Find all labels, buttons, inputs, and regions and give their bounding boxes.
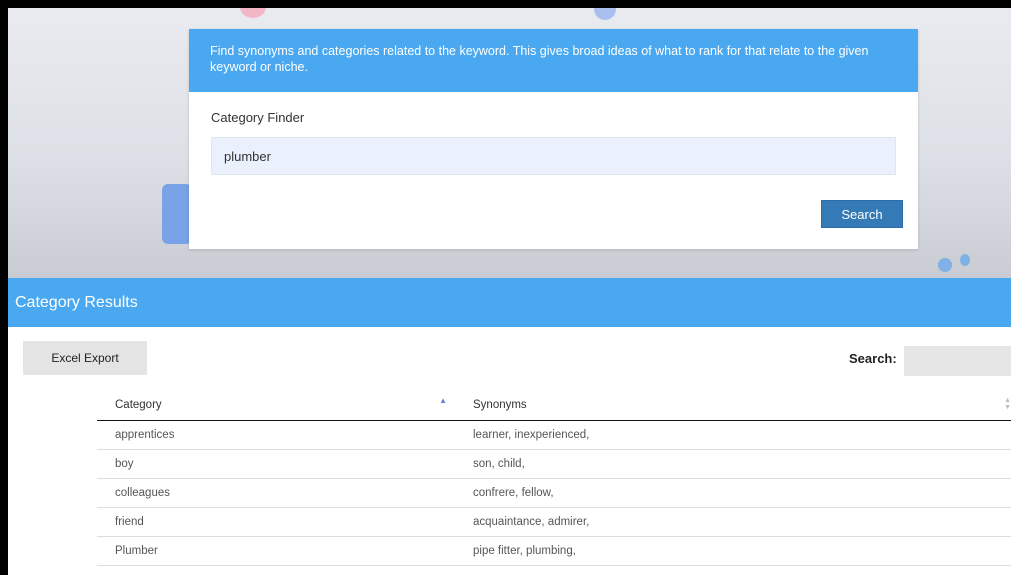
table-row: apprentices learner, inexperienced, (97, 420, 1011, 450)
finder-description: Find synonyms and categories related to … (189, 29, 918, 92)
hero-section: Find synonyms and categories related to … (8, 8, 1011, 278)
decorative-shape (162, 184, 192, 244)
category-cell: apprentices (97, 420, 455, 450)
category-cell: Plumber (97, 536, 455, 566)
table-search-input[interactable] (904, 346, 1011, 376)
table-row: Plumber pipe fitter, plumbing, (97, 536, 1011, 566)
results-area: Excel Export Search: Category ▲ Synonyms… (8, 327, 1011, 575)
table-row: friend acquaintance, admirer, (97, 507, 1011, 537)
category-finder-label: Category Finder (211, 110, 305, 125)
synonyms-cell: acquaintance, admirer, (455, 507, 1011, 537)
decorative-shape (240, 8, 266, 18)
table-search-label: Search: (849, 351, 897, 366)
category-cell: colleagues (97, 478, 455, 508)
sort-both-icon: ▲ ▼ (1004, 397, 1011, 411)
decorative-shape (594, 8, 616, 20)
category-cell: boy (97, 449, 455, 479)
table-header-row: Category ▲ Synonyms ▲ ▼ (97, 390, 1011, 421)
synonyms-cell: pipe fitter, plumbing, (455, 536, 1011, 566)
synonyms-cell: confrere, fellow, (455, 478, 1011, 508)
column-header-category-label: Category (115, 399, 162, 411)
column-header-synonyms-label: Synonyms (473, 399, 527, 411)
table-row: colleagues confrere, fellow, (97, 478, 1011, 508)
category-cell: friend (97, 507, 455, 537)
column-header-synonyms[interactable]: Synonyms ▲ ▼ (455, 390, 1011, 421)
synonyms-cell: son, child, (455, 449, 1011, 479)
column-header-category[interactable]: Category ▲ (97, 390, 455, 421)
decorative-shape (960, 254, 970, 266)
finder-body: Category Finder (189, 92, 918, 175)
synonyms-cell: learner, inexperienced, (455, 420, 1011, 450)
sort-ascending-icon: ▲ (439, 396, 447, 405)
search-button[interactable]: Search (821, 200, 903, 228)
keyword-input[interactable] (211, 137, 896, 175)
table-row: boy son, child, (97, 449, 1011, 479)
app-frame: Find synonyms and categories related to … (8, 8, 1011, 575)
excel-export-button[interactable]: Excel Export (23, 341, 147, 375)
results-table: Category ▲ Synonyms ▲ ▼ apprentices learn… (97, 390, 1011, 566)
decorative-shape (938, 258, 952, 272)
category-finder-card: Find synonyms and categories related to … (189, 29, 918, 249)
results-title: Category Results (8, 278, 1011, 327)
